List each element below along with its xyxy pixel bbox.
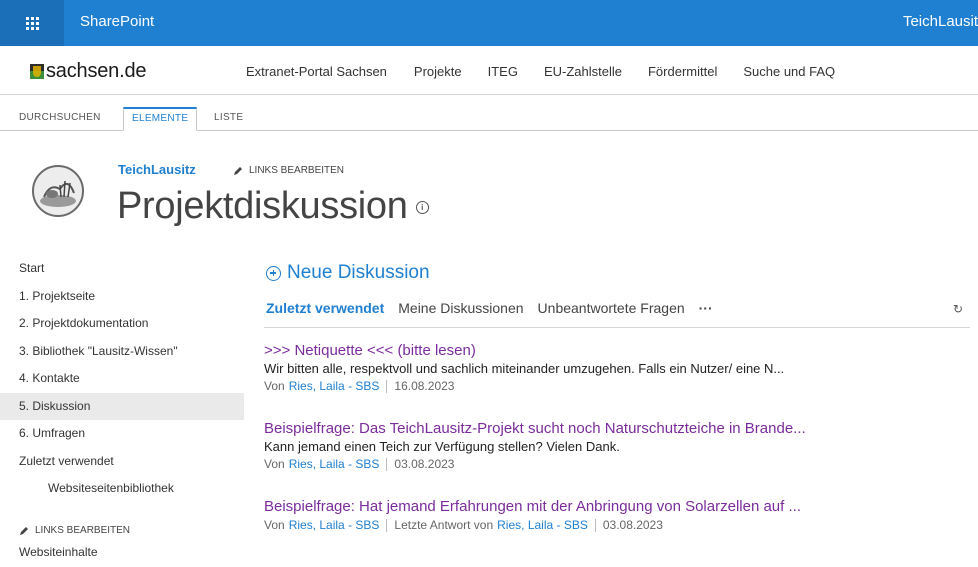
discussion-date: 03.08.2023 (602, 518, 663, 532)
meta-separator (594, 518, 596, 532)
tab-liste[interactable]: LISTE (214, 112, 243, 123)
pivot-zuletzt-verwendet[interactable]: Zuletzt verwendet (266, 300, 384, 316)
discussion-body: Wir bitten alle, respektvoll und sachlic… (264, 361, 785, 376)
sharepoint-brand-link[interactable]: SharePoint (80, 13, 154, 30)
info-icon[interactable]: i (415, 201, 429, 215)
suite-bar: SharePoint TeichLausit (0, 0, 978, 46)
logo-text: sachsen.de (46, 60, 147, 82)
pivot-unbeantwortete-fragen[interactable]: Unbeantwortete Fragen (538, 300, 685, 316)
nav-link-foerdermittel[interactable]: Fördermittel (648, 64, 717, 79)
page-title-text: Projektdiskussion (117, 185, 408, 227)
discussion-meta: Von Ries, Laila - SBS 03.08.2023 (264, 457, 974, 471)
discussion-meta: Von Ries, Laila - SBS Letzte Antwort von… (264, 518, 974, 532)
discussion-item: >>> Netiquette <<< (bitte lesen) Wir bit… (264, 342, 974, 393)
nav-link-extranet-portal[interactable]: Extranet-Portal Sachsen (246, 64, 387, 79)
nav-link-iteg[interactable]: ITEG (488, 64, 518, 79)
discussion-date: 16.08.2023 (394, 379, 455, 393)
page-title: Projektdiskussion i (117, 185, 429, 228)
nav-item-zuletzt-verwendet[interactable]: Zuletzt verwendet (0, 448, 244, 476)
author-link[interactable]: Ries, Laila - SBS (289, 457, 380, 471)
nav-link-eu-zahlstelle[interactable]: EU-Zahlstelle (544, 64, 622, 79)
meta-separator (386, 379, 388, 393)
nav-item-umfragen[interactable]: 6. Umfragen (0, 420, 244, 448)
breadcrumb-site-link[interactable]: TeichLausitz (118, 162, 196, 177)
site-logo[interactable] (32, 165, 84, 217)
discussion-title[interactable]: Beispielfrage: Hat jemand Erfahrungen mi… (264, 498, 974, 515)
by-label: Von (264, 457, 285, 471)
quick-launch-nav: Start 1. Projektseite 2. Projektdokument… (0, 255, 244, 559)
last-reply-label: Letzte Antwort von (394, 518, 494, 532)
nav-item-projektseite[interactable]: 1. Projektseite (0, 283, 244, 311)
pivot-meine-diskussionen[interactable]: Meine Diskussionen (398, 300, 523, 316)
nav-item-bibliothek[interactable]: 3. Bibliothek "Lausitz-Wissen" (0, 338, 244, 366)
edit-links-button[interactable]: LINKS BEARBEITEN (233, 165, 344, 176)
nav-item-kontakte[interactable]: 4. Kontakte (0, 365, 244, 393)
nav-link-projekte[interactable]: Projekte (414, 64, 462, 79)
nav-item-websiteseitenbibliothek[interactable]: Websiteseitenbibliothek (0, 475, 244, 503)
edit-links-label: LINKS BEARBEITEN (249, 165, 345, 176)
nav-item-diskussion[interactable]: 5. Diskussion (0, 392, 244, 420)
new-discussion-label: Neue Diskussion (287, 262, 430, 283)
by-label: Von (264, 379, 285, 393)
global-nav-links: Extranet-Portal Sachsen Projekte ITEG EU… (246, 64, 861, 79)
author-link[interactable]: Ries, Laila - SBS (289, 518, 380, 532)
nav-link-suche-faq[interactable]: Suche und FAQ (743, 64, 835, 79)
discussion-body: Kann jemand einen Teich zur Verfügung st… (264, 439, 620, 454)
discussion-item: Beispielfrage: Das TeichLausitz-Projekt … (264, 420, 974, 471)
sachsen-logo[interactable]: sachsen.de (30, 60, 146, 83)
meta-separator (386, 457, 388, 471)
refresh-icon[interactable]: ↻ (953, 302, 963, 316)
pencil-icon (20, 526, 28, 535)
discussion-date: 03.08.2023 (394, 457, 455, 471)
discussion-title[interactable]: >>> Netiquette <<< (bitte lesen) (264, 342, 974, 359)
saxony-crest-icon (30, 64, 44, 79)
nav-edit-links-button[interactable]: LINKS BEARBEITEN (19, 525, 130, 536)
add-circle-icon (266, 265, 281, 281)
pencil-icon (234, 166, 242, 175)
meta-separator (386, 518, 388, 532)
pond-logo-icon (40, 180, 76, 207)
nav-item-start[interactable]: Start (0, 255, 244, 283)
nav-item-websiteinhalte[interactable]: Websiteinhalte (19, 545, 98, 559)
discussion-item: Beispielfrage: Hat jemand Erfahrungen mi… (264, 498, 974, 532)
by-label: Von (264, 518, 285, 532)
more-options-button[interactable]: ··· (699, 300, 713, 316)
waffle-icon (25, 16, 39, 30)
app-launcher-button[interactable] (0, 0, 64, 46)
site-name-right[interactable]: TeichLausit (903, 13, 978, 30)
pivot-divider (264, 327, 970, 328)
last-reply-author-link[interactable]: Ries, Laila - SBS (497, 518, 588, 532)
discussion-pivots: Zuletzt verwendet Meine Diskussionen Unb… (266, 300, 727, 316)
ribbon-tabs: DURCHSUCHEN ELEMENTE LISTE (0, 94, 978, 131)
tab-elemente[interactable]: ELEMENTE (123, 107, 198, 131)
nav-item-projektdokumentation[interactable]: 2. Projektdokumentation (0, 310, 244, 338)
top-navigation: sachsen.de Extranet-Portal Sachsen Proje… (0, 46, 978, 95)
tab-durchsuchen[interactable]: DURCHSUCHEN (19, 112, 101, 123)
nav-edit-links-label: LINKS BEARBEITEN (35, 525, 131, 536)
discussion-title[interactable]: Beispielfrage: Das TeichLausitz-Projekt … (264, 420, 974, 437)
new-discussion-button[interactable]: Neue Diskussion (266, 262, 430, 284)
discussion-meta: Von Ries, Laila - SBS 16.08.2023 (264, 379, 974, 393)
author-link[interactable]: Ries, Laila - SBS (289, 379, 380, 393)
